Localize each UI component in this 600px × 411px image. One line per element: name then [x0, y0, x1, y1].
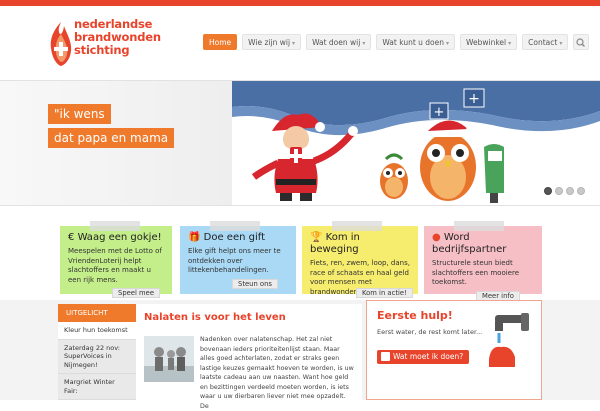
support-button[interactable]: Steun ons: [232, 279, 278, 289]
featured-sidebar: UITGELICHT Kleur hun toekomst Zaterdag 2…: [58, 304, 136, 400]
slider-dot[interactable]: [577, 187, 585, 195]
slider-dot[interactable]: [555, 187, 563, 195]
note-text: Structurele steun biedt slachtoffers een…: [432, 259, 520, 286]
site-header: nederlandse brandwonden stichting Home W…: [0, 6, 600, 80]
first-aid-icon: [381, 351, 390, 361]
partner-icon: ●: [432, 232, 441, 243]
note-text: Meespelen met de Lotto of VriendenLoteri…: [68, 247, 162, 284]
button-label: Wat moet ik doen?: [393, 352, 464, 361]
nav-item-wie-zijn-wij[interactable]: Wie zijn wij ▾: [242, 34, 302, 50]
article-panel: Nalaten is voor het leven Nadenken over …: [136, 304, 362, 410]
sidebar-heading: UITGELICHT: [58, 304, 136, 322]
water-tap-icon: [489, 313, 529, 367]
hero-line: "ik wens: [48, 104, 111, 124]
chevron-down-icon: ▾: [292, 40, 296, 47]
slider-dot[interactable]: [566, 187, 574, 195]
svg-text:+: +: [434, 105, 445, 120]
note-title: 🎁 Doe een gift: [188, 232, 288, 244]
note-waag-een-gokje: € Waag een gokje! Meespelen met de Lotto…: [60, 221, 172, 294]
slider-pagination: [544, 187, 585, 195]
search-icon: [576, 38, 586, 47]
note-title: € Waag een gokje!: [68, 232, 164, 244]
play-button[interactable]: Speel mee: [112, 288, 161, 298]
main-nav: Home Wie zijn wij ▾ Wat doen wij ▾ Wat kun…: [203, 34, 590, 50]
nav-label: Home: [209, 38, 232, 47]
action-button[interactable]: Kom in actie!: [356, 288, 413, 298]
nav-item-contact[interactable]: Contact ▾: [522, 34, 569, 50]
logo-wordmark: nederlandse brandwonden stichting: [74, 18, 161, 57]
note-heading: Word bedrijfspartner: [432, 232, 507, 255]
chevron-down-icon: ▾: [446, 40, 450, 47]
chevron-down-icon: ▾: [559, 40, 563, 47]
nav-item-wat-doen-wij[interactable]: Wat doen wij ▾: [306, 34, 372, 50]
tape-strip: [332, 221, 382, 231]
flame-cross-icon: [50, 22, 72, 66]
tape-strip: [90, 221, 140, 231]
note-title: ● Word bedrijfspartner: [432, 232, 534, 256]
article-photo: [144, 336, 194, 382]
chevron-down-icon: ▾: [362, 40, 366, 47]
chevron-down-icon: ▾: [508, 40, 512, 47]
nav-label: Wat doen wij: [312, 38, 361, 47]
sidebar-item[interactable]: Margriet Winter Fair:: [58, 374, 136, 400]
logo-line: stichting: [74, 43, 130, 57]
nav-label: Wie zijn wij: [248, 38, 291, 47]
nav-label: Contact: [528, 38, 558, 47]
sidebar-item[interactable]: Zaterdag 22 nov: SuperVoices in Nijmegen…: [58, 340, 136, 374]
sidebar-item[interactable]: Kleur hun toekomst: [58, 322, 136, 340]
euro-icon: €: [68, 232, 75, 243]
hero-slider: "ik wens dat papa en mama + +: [0, 80, 600, 206]
site-logo[interactable]: nederlandse brandwonden stichting: [48, 18, 178, 70]
trophy-icon: 🏆: [310, 232, 323, 243]
hero-line: dat papa en mama: [48, 128, 175, 148]
nav-label: Webwinkel: [466, 38, 507, 47]
tape-strip: [210, 221, 260, 231]
note-text: Elke gift helpt ons meer te ontdekken ov…: [188, 247, 281, 274]
slider-dot[interactable]: [544, 187, 552, 195]
note-heading: Waag een gokje!: [77, 232, 162, 243]
article-title[interactable]: Nalaten is voor het leven: [144, 312, 354, 323]
nav-item-webwinkel[interactable]: Webwinkel ▾: [460, 34, 518, 50]
search-button[interactable]: [573, 34, 590, 50]
what-to-do-button[interactable]: Wat moet ik doen?: [377, 350, 470, 364]
nav-label: Wat kunt u doen: [382, 38, 444, 47]
note-word-bedrijfspartner: ● Word bedrijfspartner Structurele steun…: [424, 221, 542, 294]
note-kom-in-beweging: 🏆 Kom in beweging Fiets, ren, zwem, loop…: [302, 221, 418, 296]
nav-item-wat-kunt-u-doen[interactable]: Wat kunt u doen ▾: [376, 34, 456, 50]
svg-text:+: +: [468, 91, 480, 107]
note-title: 🏆 Kom in beweging: [310, 232, 410, 256]
nav-item-home[interactable]: Home: [203, 34, 238, 50]
note-heading: Doe een gift: [203, 232, 266, 243]
first-aid-panel: Eerste hulp! Eerst water, de rest komt l…: [366, 300, 542, 400]
gift-icon: 🎁: [188, 232, 201, 243]
tape-strip: [454, 221, 504, 231]
